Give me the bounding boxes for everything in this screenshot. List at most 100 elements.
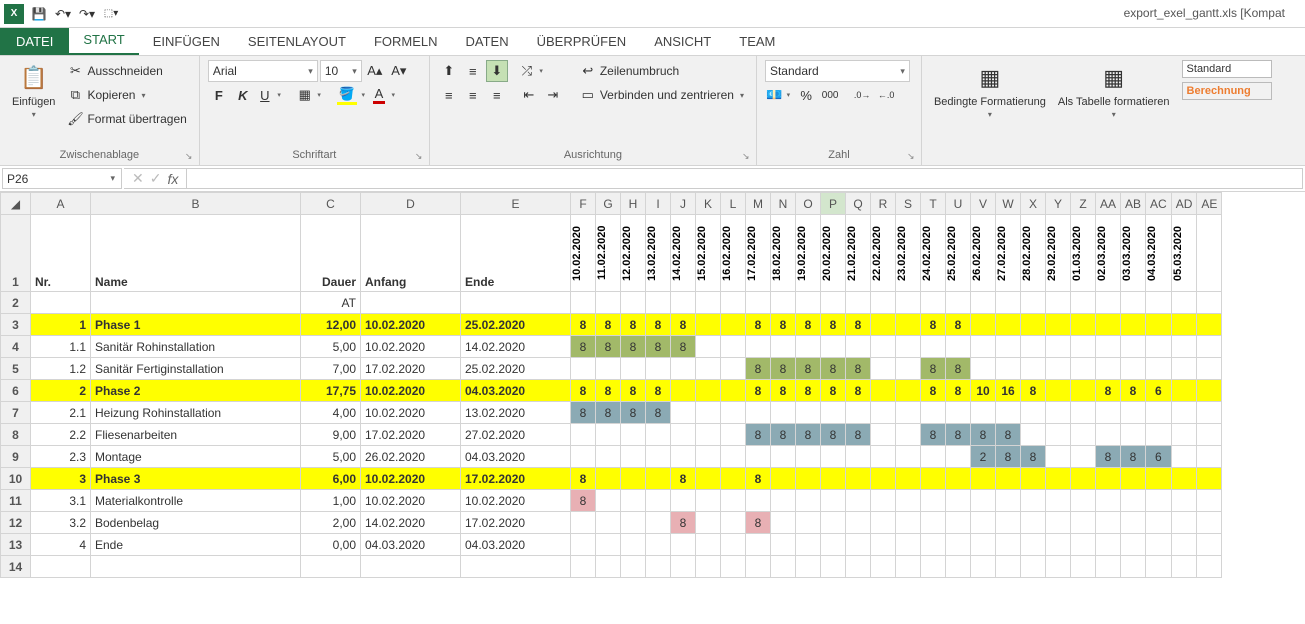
qat-customize-icon[interactable]: ⬚▾ <box>100 3 122 25</box>
font-size-combo[interactable]: 10 <box>320 60 362 82</box>
row-header[interactable]: 14 <box>1 556 31 578</box>
dialog-launcher-icon[interactable]: ↘ <box>185 151 195 161</box>
col-header-AB[interactable]: AB <box>1121 193 1146 215</box>
tab-view[interactable]: ANSICHT <box>640 28 725 55</box>
col-header-P[interactable]: P <box>821 193 846 215</box>
col-header-J[interactable]: J <box>671 193 696 215</box>
conditional-formatting-button[interactable]: ▦ Bedingte Formatierung▾ <box>930 60 1050 121</box>
align-bottom-icon[interactable]: ⬇ <box>486 60 508 82</box>
select-all-corner[interactable]: ◢ <box>1 193 31 215</box>
col-header-M[interactable]: M <box>746 193 771 215</box>
row-header[interactable]: 6 <box>1 380 31 402</box>
cell-style-standard[interactable]: Standard <box>1182 60 1272 78</box>
increase-indent-icon[interactable]: ⇥ <box>542 84 564 106</box>
col-header-AE[interactable]: AE <box>1197 193 1222 215</box>
align-top-icon[interactable]: ⬆ <box>438 60 460 82</box>
row-header[interactable]: 2 <box>1 292 31 314</box>
col-header-V[interactable]: V <box>971 193 996 215</box>
paste-button[interactable]: 📋 Einfügen ▾ <box>8 60 59 121</box>
row-header[interactable]: 9 <box>1 446 31 468</box>
tab-pagelayout[interactable]: SEITENLAYOUT <box>234 28 360 55</box>
col-header-G[interactable]: G <box>596 193 621 215</box>
font-color-button[interactable]: A <box>370 84 398 106</box>
copy-button[interactable]: ⧉Kopieren▾ <box>63 84 190 106</box>
cancel-icon[interactable]: ✕ <box>132 170 144 187</box>
percent-button[interactable]: % <box>795 84 817 106</box>
formula-input[interactable] <box>187 168 1303 189</box>
col-header-W[interactable]: W <box>996 193 1021 215</box>
row-header[interactable]: 12 <box>1 512 31 534</box>
row-header[interactable]: 10 <box>1 468 31 490</box>
underline-button[interactable]: U <box>256 84 284 106</box>
tab-team[interactable]: TEAM <box>725 28 789 55</box>
wrap-text-button[interactable]: ↩Zeilenumbruch <box>576 60 748 82</box>
row-header[interactable]: 3 <box>1 314 31 336</box>
col-header-L[interactable]: L <box>721 193 746 215</box>
redo-icon[interactable]: ↷▾ <box>76 3 98 25</box>
tab-review[interactable]: ÜBERPRÜFEN <box>523 28 641 55</box>
col-header-AA[interactable]: AA <box>1096 193 1121 215</box>
cell-style-calc[interactable]: Berechnung <box>1182 82 1272 100</box>
row-header[interactable]: 13 <box>1 534 31 556</box>
increase-font-icon[interactable]: A▴ <box>364 60 386 82</box>
tab-insert[interactable]: EINFÜGEN <box>139 28 234 55</box>
border-button[interactable]: ▦ <box>296 84 324 106</box>
name-box[interactable]: P26 <box>2 168 122 189</box>
format-as-table-button[interactable]: ▦ Als Tabelle formatieren▾ <box>1054 60 1174 121</box>
col-header-AD[interactable]: AD <box>1171 193 1197 215</box>
col-header-T[interactable]: T <box>921 193 946 215</box>
merge-center-button[interactable]: ▭Verbinden und zentrieren▾ <box>576 84 748 106</box>
orientation-button[interactable]: ⤮ <box>518 60 546 82</box>
col-header-A[interactable]: A <box>31 193 91 215</box>
format-painter-button[interactable]: 🖌Format übertragen <box>63 108 190 130</box>
row-header[interactable]: 7 <box>1 402 31 424</box>
italic-button[interactable]: K <box>232 84 254 106</box>
col-header-AC[interactable]: AC <box>1146 193 1172 215</box>
col-header-I[interactable]: I <box>646 193 671 215</box>
accounting-format-button[interactable]: 💶 <box>765 84 793 106</box>
increase-decimal-button[interactable]: .0→ <box>851 84 873 106</box>
col-header-N[interactable]: N <box>771 193 796 215</box>
row-header[interactable]: 11 <box>1 490 31 512</box>
col-header-K[interactable]: K <box>696 193 721 215</box>
fx-icon[interactable]: fx <box>167 171 178 187</box>
decrease-decimal-button[interactable]: ←.0 <box>875 84 897 106</box>
col-header-Q[interactable]: Q <box>846 193 871 215</box>
align-middle-icon[interactable]: ≡ <box>462 60 484 82</box>
save-icon[interactable]: 💾 <box>28 3 50 25</box>
col-header-Z[interactable]: Z <box>1071 193 1096 215</box>
thousands-button[interactable]: 000 <box>819 84 841 106</box>
bold-button[interactable]: F <box>208 84 230 106</box>
col-header-X[interactable]: X <box>1021 193 1046 215</box>
dialog-launcher-icon[interactable]: ↘ <box>907 151 917 161</box>
align-center-icon[interactable]: ≡ <box>462 84 484 106</box>
dialog-launcher-icon[interactable]: ↘ <box>742 151 752 161</box>
file-tab[interactable]: DATEI <box>0 28 69 55</box>
font-name-combo[interactable]: Arial <box>208 60 318 82</box>
col-header-S[interactable]: S <box>896 193 921 215</box>
tab-formulas[interactable]: FORMELN <box>360 28 452 55</box>
worksheet-grid[interactable]: ◢ABCDEFGHIJKLMNOPQRSTUVWXYZAAABACADAE1Nr… <box>0 192 1305 624</box>
align-right-icon[interactable]: ≡ <box>486 84 508 106</box>
dialog-launcher-icon[interactable]: ↘ <box>415 151 425 161</box>
row-header[interactable]: 1 <box>1 215 31 292</box>
tab-start[interactable]: START <box>69 26 138 55</box>
align-left-icon[interactable]: ≡ <box>438 84 460 106</box>
undo-icon[interactable]: ↶▾ <box>52 3 74 25</box>
cut-button[interactable]: ✂Ausschneiden <box>63 60 190 82</box>
row-header[interactable]: 8 <box>1 424 31 446</box>
col-header-B[interactable]: B <box>91 193 301 215</box>
row-header[interactable]: 5 <box>1 358 31 380</box>
col-header-U[interactable]: U <box>946 193 971 215</box>
number-format-combo[interactable]: Standard <box>765 60 910 82</box>
fill-color-button[interactable]: 🪣 <box>336 84 368 106</box>
col-header-E[interactable]: E <box>461 193 571 215</box>
tab-data[interactable]: DATEN <box>452 28 523 55</box>
enter-icon[interactable]: ✓ <box>150 170 162 187</box>
row-header[interactable]: 4 <box>1 336 31 358</box>
col-header-R[interactable]: R <box>871 193 896 215</box>
col-header-C[interactable]: C <box>301 193 361 215</box>
col-header-H[interactable]: H <box>621 193 646 215</box>
col-header-D[interactable]: D <box>361 193 461 215</box>
col-header-O[interactable]: O <box>796 193 821 215</box>
